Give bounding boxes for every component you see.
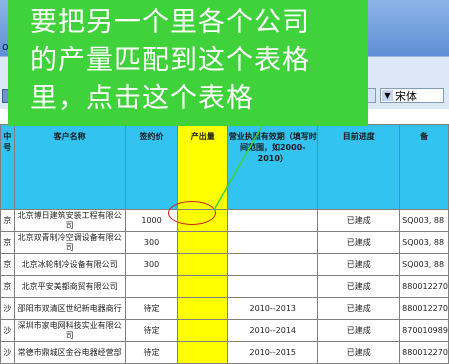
callout-pointer <box>213 125 263 211</box>
